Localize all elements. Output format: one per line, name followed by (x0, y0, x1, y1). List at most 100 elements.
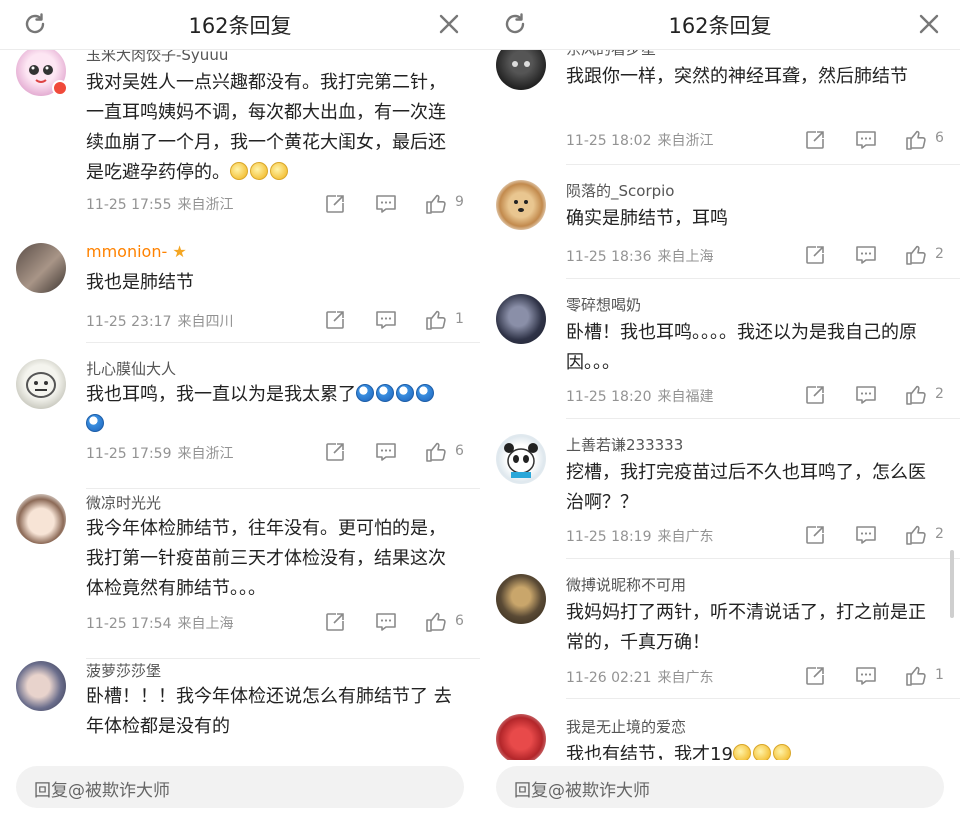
thumbs-up-icon[interactable] (904, 128, 928, 152)
share-icon[interactable] (803, 383, 827, 407)
comment-icon[interactable] (374, 192, 398, 216)
comment-icon[interactable] (374, 440, 398, 464)
comment-username[interactable]: 零碎想喝奶 (566, 294, 641, 315)
comment-location: 来自浙江 (177, 446, 234, 462)
share-icon[interactable] (803, 664, 827, 688)
share-icon[interactable] (803, 128, 827, 152)
like-count: 6 (455, 613, 464, 629)
thumbs-up-icon[interactable] (424, 192, 448, 216)
panel-header: 162条回复 (0, 0, 480, 50)
avatar[interactable] (496, 434, 546, 484)
comment-username[interactable]: 上善若谦233333 (566, 434, 683, 455)
share-icon[interactable] (323, 610, 347, 634)
comment-text: 确实是肺结节，耳鸣 (566, 208, 728, 229)
share-icon[interactable] (323, 192, 347, 216)
emoji-icon (86, 414, 104, 432)
comment-item: 微搏说昵称不可用 我妈妈打了两针，听不清说话了，打之前是正常的，千真万确！ 11… (480, 558, 960, 698)
reply-input[interactable]: 回复@被欺诈大师 (16, 766, 464, 808)
comment-text: 我也耳鸣，我一直以为是我太累了 (86, 380, 454, 440)
comment-icon[interactable] (854, 523, 878, 547)
close-icon[interactable] (916, 11, 942, 37)
avatar[interactable] (496, 180, 546, 230)
scrollbar[interactable] (950, 550, 954, 618)
thumbs-up-icon[interactable] (424, 440, 448, 464)
avatar[interactable] (16, 494, 66, 544)
share-icon[interactable] (323, 308, 347, 332)
emoji-icon (752, 744, 771, 760)
comment-time: 11-25 18:20 (566, 389, 652, 405)
comment-username[interactable]: 微凉时光光 (86, 492, 161, 513)
avatar[interactable] (16, 359, 66, 409)
emoji-icon (270, 162, 288, 180)
comment-text: 我对吴姓人一点兴趣都没有。我打完第二针，一直耳鸣姨妈不调，每次都大出血，有一次连… (86, 72, 446, 183)
like-count: 2 (935, 526, 944, 542)
comment-item: 菠萝莎莎堡 卧槽！！！我今年体检还说怎么有肺结节了 去年体检都是没有的 (0, 658, 480, 760)
close-icon[interactable] (436, 11, 462, 37)
comment-icon[interactable] (854, 128, 878, 152)
avatar[interactable] (496, 294, 546, 344)
share-icon[interactable] (323, 440, 347, 464)
comment-text: 我也有结节，我才19 (566, 740, 934, 760)
comment-time: 11-25 17:59 (86, 446, 172, 462)
comment-text: 我妈妈打了两针，听不清说话了，打之前是正常的，千真万确！ (566, 602, 926, 653)
comment-username[interactable]: 菠萝莎莎堡 (86, 660, 161, 681)
like-count: 1 (935, 667, 944, 683)
avatar[interactable] (496, 714, 546, 760)
comment-meta: 11-25 18:02 来自浙江 (566, 130, 719, 150)
thumbs-up-icon[interactable] (904, 243, 928, 267)
comment-username[interactable]: mmonion- ★ (86, 242, 187, 261)
comment-icon[interactable] (854, 243, 878, 267)
comment-text: 卧槽！！！我今年体检还说怎么有肺结节了 去年体检都是没有的 (86, 686, 452, 737)
comment-meta: 11-25 23:17 来自四川 (86, 311, 239, 331)
comment-username[interactable]: 微搏说昵称不可用 (566, 574, 686, 595)
like-count: 2 (935, 386, 944, 402)
comment-meta: 11-26 02:21 来自广东 (566, 667, 719, 687)
comment-time: 11-25 18:19 (566, 529, 652, 545)
avatar[interactable] (496, 574, 546, 624)
thumbs-up-icon[interactable] (904, 664, 928, 688)
comment-time: 11-25 17:55 (86, 197, 172, 213)
comment-username[interactable]: 我是无止境的爱恋 (566, 716, 686, 737)
comment-text: 我跟你一样，突然的神经耳聋，然后肺结节 (566, 66, 908, 87)
divider (566, 418, 960, 419)
share-icon[interactable] (803, 523, 827, 547)
comment-time: 11-26 02:21 (566, 670, 652, 686)
comment-time: 11-25 23:17 (86, 314, 172, 330)
comment-item: 零碎想喝奶 卧槽！我也耳鸣。。。。我还以为是我自己的原因。。。 11-25 18… (480, 278, 960, 418)
emoji-icon (230, 162, 248, 180)
comment-username[interactable]: 扎心膜仙大人 (86, 358, 176, 379)
emoji-icon (250, 162, 268, 180)
thumbs-up-icon[interactable] (904, 383, 928, 407)
comment-icon[interactable] (854, 664, 878, 688)
comment-list-left[interactable]: 玉米大肉饺子-Syuuu 我对吴姓人一点兴趣都没有。我打完第二针，一直耳鸣姨妈不… (0, 0, 480, 760)
app-root: 玉米大肉饺子-Syuuu 我对吴姓人一点兴趣都没有。我打完第二针，一直耳鸣姨妈不… (0, 0, 960, 816)
like-count: 6 (455, 443, 464, 459)
comment-list-right[interactable]: 东风的看步星 我跟你一样，突然的神经耳聋，然后肺结节 11-25 18:02来自… (480, 0, 960, 760)
divider (566, 164, 960, 165)
emoji-icon (356, 384, 374, 402)
emoji-icon (416, 384, 434, 402)
avatar[interactable] (16, 661, 66, 711)
comment-icon[interactable] (374, 308, 398, 332)
comment-text: 卧槽！我也耳鸣。。。。我还以为是我自己的原因。。。 (566, 322, 917, 373)
comment-text: 我今年体检肺结节，往年没有。更可怕的是，我打第一针疫苗前三天才体检没有，结果这次… (86, 518, 446, 599)
avatar[interactable] (16, 243, 66, 293)
reply-input[interactable]: 回复@被欺诈大师 (496, 766, 944, 808)
comment-meta: 11-25 17:54 来自上海 (86, 613, 239, 633)
thumbs-up-icon[interactable] (424, 610, 448, 634)
comment-icon[interactable] (374, 610, 398, 634)
like-count: 6 (935, 130, 944, 146)
comment-item: 微凉时光光 我今年体检肺结节，往年没有。更可怕的是，我打第一针疫苗前三天才体检没… (0, 488, 480, 658)
comment-username[interactable]: 陨落的_Scorpio (566, 180, 674, 201)
comment-meta: 11-25 17:55 来自浙江 (86, 194, 239, 214)
comment-text: 我也是肺结节 (86, 272, 194, 293)
comment-location: 来自四川 (177, 314, 234, 330)
comment-meta (86, 753, 98, 760)
comment-icon[interactable] (854, 383, 878, 407)
reply-footer: 回复@被欺诈大师 (0, 760, 480, 816)
thumbs-up-icon[interactable] (904, 523, 928, 547)
like-count: 2 (935, 246, 944, 262)
share-icon[interactable] (803, 243, 827, 267)
thumbs-up-icon[interactable] (424, 308, 448, 332)
divider (86, 488, 480, 489)
